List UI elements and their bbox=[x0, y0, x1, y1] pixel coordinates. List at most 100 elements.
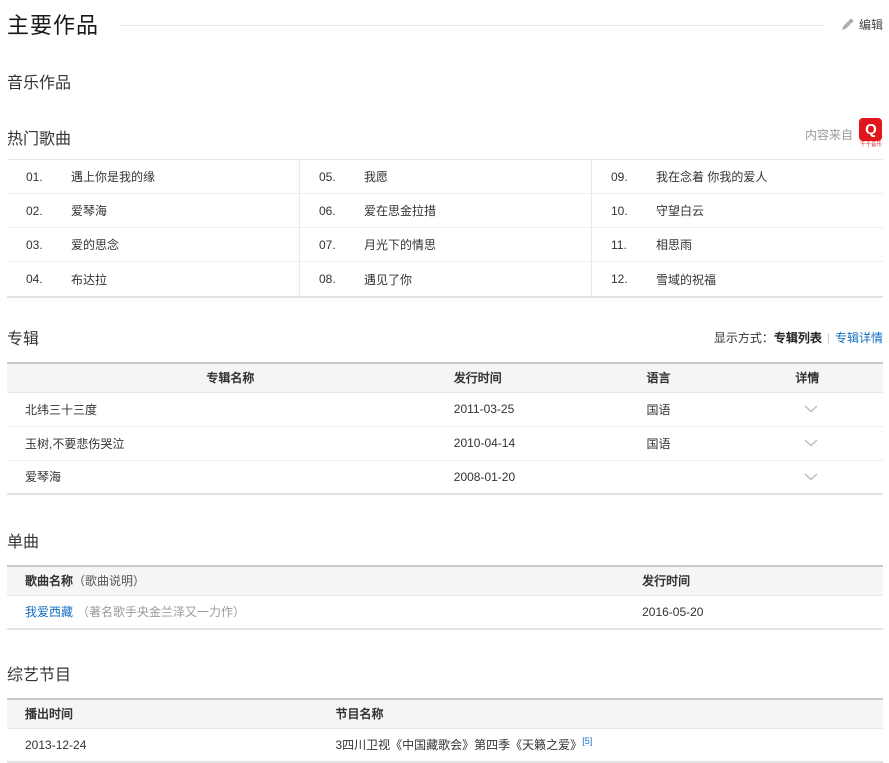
album-row: 爱琴海 2008-01-20 bbox=[7, 460, 883, 494]
song-item[interactable]: 07. 月光下的情思 bbox=[300, 228, 591, 262]
section-header: 主要作品 编辑 bbox=[7, 8, 883, 40]
song-number: 06. bbox=[300, 204, 364, 218]
col-release-date: 发行时间 bbox=[454, 363, 647, 392]
chevron-down-icon[interactable] bbox=[804, 473, 818, 481]
song-number: 02. bbox=[7, 204, 71, 218]
song-title: 遇上你是我的缘 bbox=[71, 168, 155, 185]
song-title: 雪域的祝福 bbox=[656, 271, 716, 288]
song-item[interactable]: 08. 遇见了你 bbox=[300, 262, 591, 296]
song-number: 05. bbox=[300, 170, 364, 184]
song-number: 09. bbox=[592, 170, 656, 184]
col-album-name: 专辑名称 bbox=[7, 363, 454, 392]
singles-heading: 单曲 bbox=[7, 528, 883, 552]
source-label: 内容来自 bbox=[805, 126, 853, 149]
mode-album-detail[interactable]: 专辑详情 bbox=[835, 331, 883, 345]
album-language: 国语 bbox=[646, 392, 795, 426]
song-title: 相思雨 bbox=[656, 236, 692, 253]
edit-label: 编辑 bbox=[859, 16, 883, 33]
album-date: 2010-04-14 bbox=[454, 426, 647, 460]
variety-row: 2013-12-24 3四川卫视《中国藏歌会》第四季《天籁之爱》[5] bbox=[7, 728, 883, 762]
qianqian-logo-icon: Q bbox=[859, 118, 882, 141]
single-row: 我爱西藏 （著名歌手央金兰泽又一力作） 2016-05-20 bbox=[7, 595, 883, 629]
song-title: 我愿 bbox=[364, 168, 388, 185]
album-name: 爱琴海 bbox=[7, 460, 454, 494]
album-name: 北纬三十三度 bbox=[7, 392, 454, 426]
song-item[interactable]: 10. 守望白云 bbox=[592, 194, 883, 228]
song-number: 07. bbox=[300, 238, 364, 252]
song-title: 爱在思金拉措 bbox=[364, 202, 436, 219]
song-number: 10. bbox=[592, 204, 656, 218]
edit-button[interactable]: 编辑 bbox=[841, 16, 883, 33]
hot-songs-header: 热门歌曲 内容来自 Q 千千音乐 bbox=[7, 118, 883, 149]
albums-table-header: 专辑名称 发行时间 语言 详情 bbox=[7, 363, 883, 392]
display-mode-label: 显示方式： bbox=[714, 331, 774, 345]
album-row: 北纬三十三度 2011-03-25 国语 bbox=[7, 392, 883, 426]
hot-songs-heading: 热门歌曲 bbox=[7, 125, 71, 149]
singles-table-header: 歌曲名称（歌曲说明） 发行时间 bbox=[7, 566, 883, 595]
song-title: 爱的思念 bbox=[71, 236, 119, 253]
col-song-name: 歌曲名称（歌曲说明） bbox=[7, 566, 642, 595]
song-title: 我在念着 你我的爱人 bbox=[656, 168, 767, 185]
song-item[interactable]: 03. 爱的思念 bbox=[7, 228, 299, 262]
album-date: 2008-01-20 bbox=[454, 460, 647, 494]
album-language bbox=[646, 460, 795, 494]
pencil-icon bbox=[841, 18, 854, 31]
song-number: 12. bbox=[592, 272, 656, 286]
content-source: 内容来自 Q 千千音乐 bbox=[805, 118, 883, 149]
song-number: 04. bbox=[7, 272, 71, 286]
col-air-time: 播出时间 bbox=[7, 699, 336, 728]
col-single-date: 发行时间 bbox=[642, 566, 883, 595]
single-date: 2016-05-20 bbox=[642, 595, 883, 629]
album-name: 玉树,不要悲伤哭泣 bbox=[7, 426, 454, 460]
col-language: 语言 bbox=[646, 363, 795, 392]
variety-table: 播出时间 节目名称 2013-12-24 3四川卫视《中国藏歌会》第四季《天籁之… bbox=[7, 698, 883, 763]
song-item[interactable]: 02. 爱琴海 bbox=[7, 194, 299, 228]
song-column-3: 09. 我在念着 你我的爱人 10. 守望白云 11. 相思雨 12. 雪域的祝… bbox=[591, 160, 883, 296]
song-title: 布达拉 bbox=[71, 271, 107, 288]
albums-heading: 专辑 bbox=[7, 325, 39, 349]
title-divider bbox=[119, 25, 825, 26]
single-note: （著名歌手央金兰泽又一力作） bbox=[77, 605, 245, 619]
singles-table: 歌曲名称（歌曲说明） 发行时间 我爱西藏 （著名歌手央金兰泽又一力作） 2016-… bbox=[7, 565, 883, 630]
song-title: 月光下的情思 bbox=[364, 236, 436, 253]
chevron-down-icon[interactable] bbox=[804, 405, 818, 413]
albums-table: 专辑名称 发行时间 语言 详情 北纬三十三度 2011-03-25 国语 玉树,… bbox=[7, 362, 883, 495]
album-language: 国语 bbox=[646, 426, 795, 460]
display-mode-switch: 显示方式：专辑列表 | 专辑详情 bbox=[714, 329, 883, 346]
song-title: 遇见了你 bbox=[364, 271, 412, 288]
col-detail: 详情 bbox=[795, 363, 883, 392]
reference-link[interactable]: [5] bbox=[582, 736, 592, 746]
music-works-heading: 音乐作品 bbox=[7, 69, 883, 93]
main-works-module: 主要作品 编辑 音乐作品 热门歌曲 内容来自 Q 千千音乐 bbox=[0, 0, 889, 763]
mode-divider: | bbox=[827, 331, 830, 345]
chevron-down-icon[interactable] bbox=[804, 439, 818, 447]
song-item[interactable]: 05. 我愿 bbox=[300, 160, 591, 194]
qianqian-music-logo[interactable]: Q 千千音乐 bbox=[859, 118, 883, 149]
single-name-link[interactable]: 我爱西藏 bbox=[25, 605, 73, 619]
song-item[interactable]: 01. 遇上你是我的缘 bbox=[7, 160, 299, 194]
song-number: 01. bbox=[7, 170, 71, 184]
mode-album-list[interactable]: 专辑列表 bbox=[774, 331, 822, 345]
album-date: 2011-03-25 bbox=[454, 392, 647, 426]
col-program-name: 节目名称 bbox=[336, 699, 884, 728]
song-number: 08. bbox=[300, 272, 364, 286]
song-item[interactable]: 11. 相思雨 bbox=[592, 228, 883, 262]
song-number: 03. bbox=[7, 238, 71, 252]
qianqian-logo-text: 千千音乐 bbox=[860, 141, 882, 148]
variety-program-name: 3四川卫视《中国藏歌会》第四季《天籁之爱》 bbox=[336, 738, 583, 752]
col-song-note: （歌曲说明） bbox=[73, 574, 145, 588]
albums-header: 专辑 显示方式：专辑列表 | 专辑详情 bbox=[7, 325, 883, 349]
variety-time: 2013-12-24 bbox=[7, 728, 336, 762]
hot-songs-list: 01. 遇上你是我的缘 02. 爱琴海 03. 爱的思念 04. 布达拉 05.… bbox=[7, 159, 883, 298]
album-row: 玉树,不要悲伤哭泣 2010-04-14 国语 bbox=[7, 426, 883, 460]
variety-heading: 综艺节目 bbox=[7, 661, 883, 685]
song-title: 爱琴海 bbox=[71, 202, 107, 219]
song-item[interactable]: 09. 我在念着 你我的爱人 bbox=[592, 160, 883, 194]
song-number: 11. bbox=[592, 238, 656, 252]
variety-table-header: 播出时间 节目名称 bbox=[7, 699, 883, 728]
song-item[interactable]: 04. 布达拉 bbox=[7, 262, 299, 296]
song-item[interactable]: 06. 爱在思金拉措 bbox=[300, 194, 591, 228]
song-column-2: 05. 我愿 06. 爱在思金拉措 07. 月光下的情思 08. 遇见了你 bbox=[299, 160, 591, 296]
page-title: 主要作品 bbox=[7, 8, 99, 40]
song-item[interactable]: 12. 雪域的祝福 bbox=[592, 262, 883, 296]
